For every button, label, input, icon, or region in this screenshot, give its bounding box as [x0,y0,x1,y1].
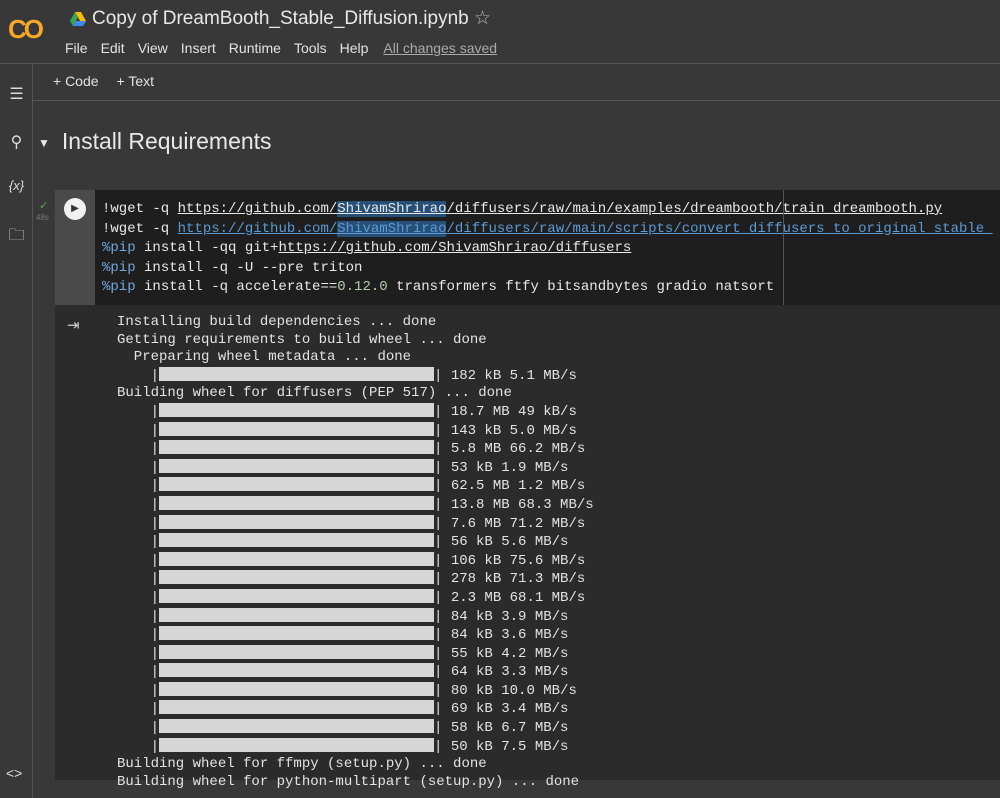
code-line: !wget -q https://github.com/ShivamShrira… [102,220,993,237]
progress-line: | | 84 kB 3.6 MB/s [117,626,569,644]
progress-line: | | 5.8 MB 66.2 MB/s [117,440,586,458]
exec-time: 48s [36,213,49,222]
output-line: Getting requirements to build wheel ... … [117,331,487,348]
output-line: Building wheel for diffusers (PEP 517) .… [117,385,512,402]
menu-view[interactable]: View [138,40,168,56]
progress-line: | | 62.5 MB 1.2 MB/s [117,477,586,495]
progress-bar [159,700,435,715]
section-title: Install Requirements [61,128,272,154]
code-line: %pip install -q -U --pre triton [102,259,363,276]
progress-line: | | 50 kB 7.5 MB/s [117,737,569,755]
check-icon: ✓ [39,200,49,212]
progress-bar [159,681,435,696]
menu-runtime[interactable]: Runtime [229,40,281,56]
code-line: %pip install -qq git+https://github.com/… [102,240,632,256]
star-icon[interactable]: ☆ [474,7,491,30]
progress-bar [159,607,435,622]
progress-bar [159,495,435,510]
search-icon[interactable]: ⚲ [0,132,33,152]
menu-tools[interactable]: Tools [294,40,327,56]
progress-bar [159,644,435,659]
progress-line: | | 55 kB 4.2 MB/s [117,644,569,662]
menu-help[interactable]: Help [340,40,369,56]
progress-bar [159,570,435,585]
progress-line: | | 84 kB 3.9 MB/s [117,607,569,625]
menu-edit[interactable]: Edit [101,40,125,56]
progress-line: | | 18.7 MB 49 kB/s [117,402,577,420]
progress-bar [159,421,435,436]
progress-bar [159,737,435,752]
progress-line: | | 80 kB 10.0 MB/s [117,681,577,699]
code-line: %pip install -q accelerate==0.12.0 trans… [102,279,775,295]
progress-bar [159,663,435,678]
progress-bar [159,477,435,492]
progress-bar [159,440,435,455]
collapse-caret-icon[interactable]: ▼ [38,136,50,150]
progress-bar [159,533,435,548]
line-ruler [783,190,784,305]
section-heading: ▼ Install Requirements [38,128,272,155]
toolbar: + Code + Text [33,64,1000,101]
progress-line: | | 143 kB 5.0 MB/s [117,421,577,439]
progress-line: | | 182 kB 5.1 MB/s [117,366,577,384]
add-text-button[interactable]: + Text [117,73,155,100]
progress-line: | | 7.6 MB 71.2 MB/s [117,514,586,532]
variables-icon[interactable]: {x} [0,178,33,193]
menu-insert[interactable]: Insert [181,40,216,56]
output-line: Building wheel for ffmpy (setup.py) ... … [117,756,487,773]
progress-line: | | 56 kB 5.6 MB/s [117,533,569,551]
progress-line: | | 2.3 MB 68.1 MB/s [117,588,586,606]
progress-line: | | 278 kB 71.3 MB/s [117,570,586,588]
menu-bar: File Edit View Insert Runtime Tools Help… [65,40,497,56]
code-editor[interactable]: !wget -q https://github.com/ShivamShrira… [95,190,1000,305]
progress-line: | | 13.8 MB 68.3 MB/s [117,495,594,513]
progress-line: | | 69 kB 3.4 MB/s [117,700,569,718]
progress-bar [159,719,435,734]
output-line: Installing build dependencies ... done [117,314,437,330]
header: CO Copy of DreamBooth_Stable_Diffusion.i… [0,0,1000,64]
cell-output: Installing build dependencies ... done Ge… [117,314,594,791]
progress-bar [159,402,435,417]
progress-bar [159,626,435,641]
colab-logo[interactable]: CO [8,14,44,45]
progress-bar [159,551,435,566]
progress-bar [159,514,435,529]
progress-bar [159,366,435,381]
progress-line: | | 58 kB 6.7 MB/s [117,719,569,737]
save-status[interactable]: All changes saved [383,40,497,56]
table-of-contents-icon[interactable]: ☰ [0,84,33,104]
menu-file[interactable]: File [65,40,88,56]
sidebar: ☰ ⚲ {x} 🗀 [0,64,33,798]
progress-bar [159,588,435,603]
add-code-button[interactable]: + Code [53,73,99,100]
code-line: !wget -q https://github.com/ShivamShrira… [102,201,943,217]
output-line: Building wheel for python-multipart (set… [117,773,580,790]
code-snippets-icon[interactable]: <> [6,765,22,781]
folder-icon[interactable]: 🗀 [0,224,33,251]
progress-bar [159,458,435,473]
progress-line: | | 106 kB 75.6 MB/s [117,551,586,569]
run-cell-button[interactable]: ▶ [64,198,86,220]
notebook-title[interactable]: Copy of DreamBooth_Stable_Diffusion.ipyn… [92,8,469,30]
output-line: Preparing wheel metadata ... done [117,349,412,366]
progress-line: | | 53 kB 1.9 MB/s [117,458,569,476]
progress-line: | | 64 kB 3.3 MB/s [117,663,569,681]
google-drive-icon [70,12,86,26]
clear-output-icon[interactable]: ⇥ [67,316,80,334]
